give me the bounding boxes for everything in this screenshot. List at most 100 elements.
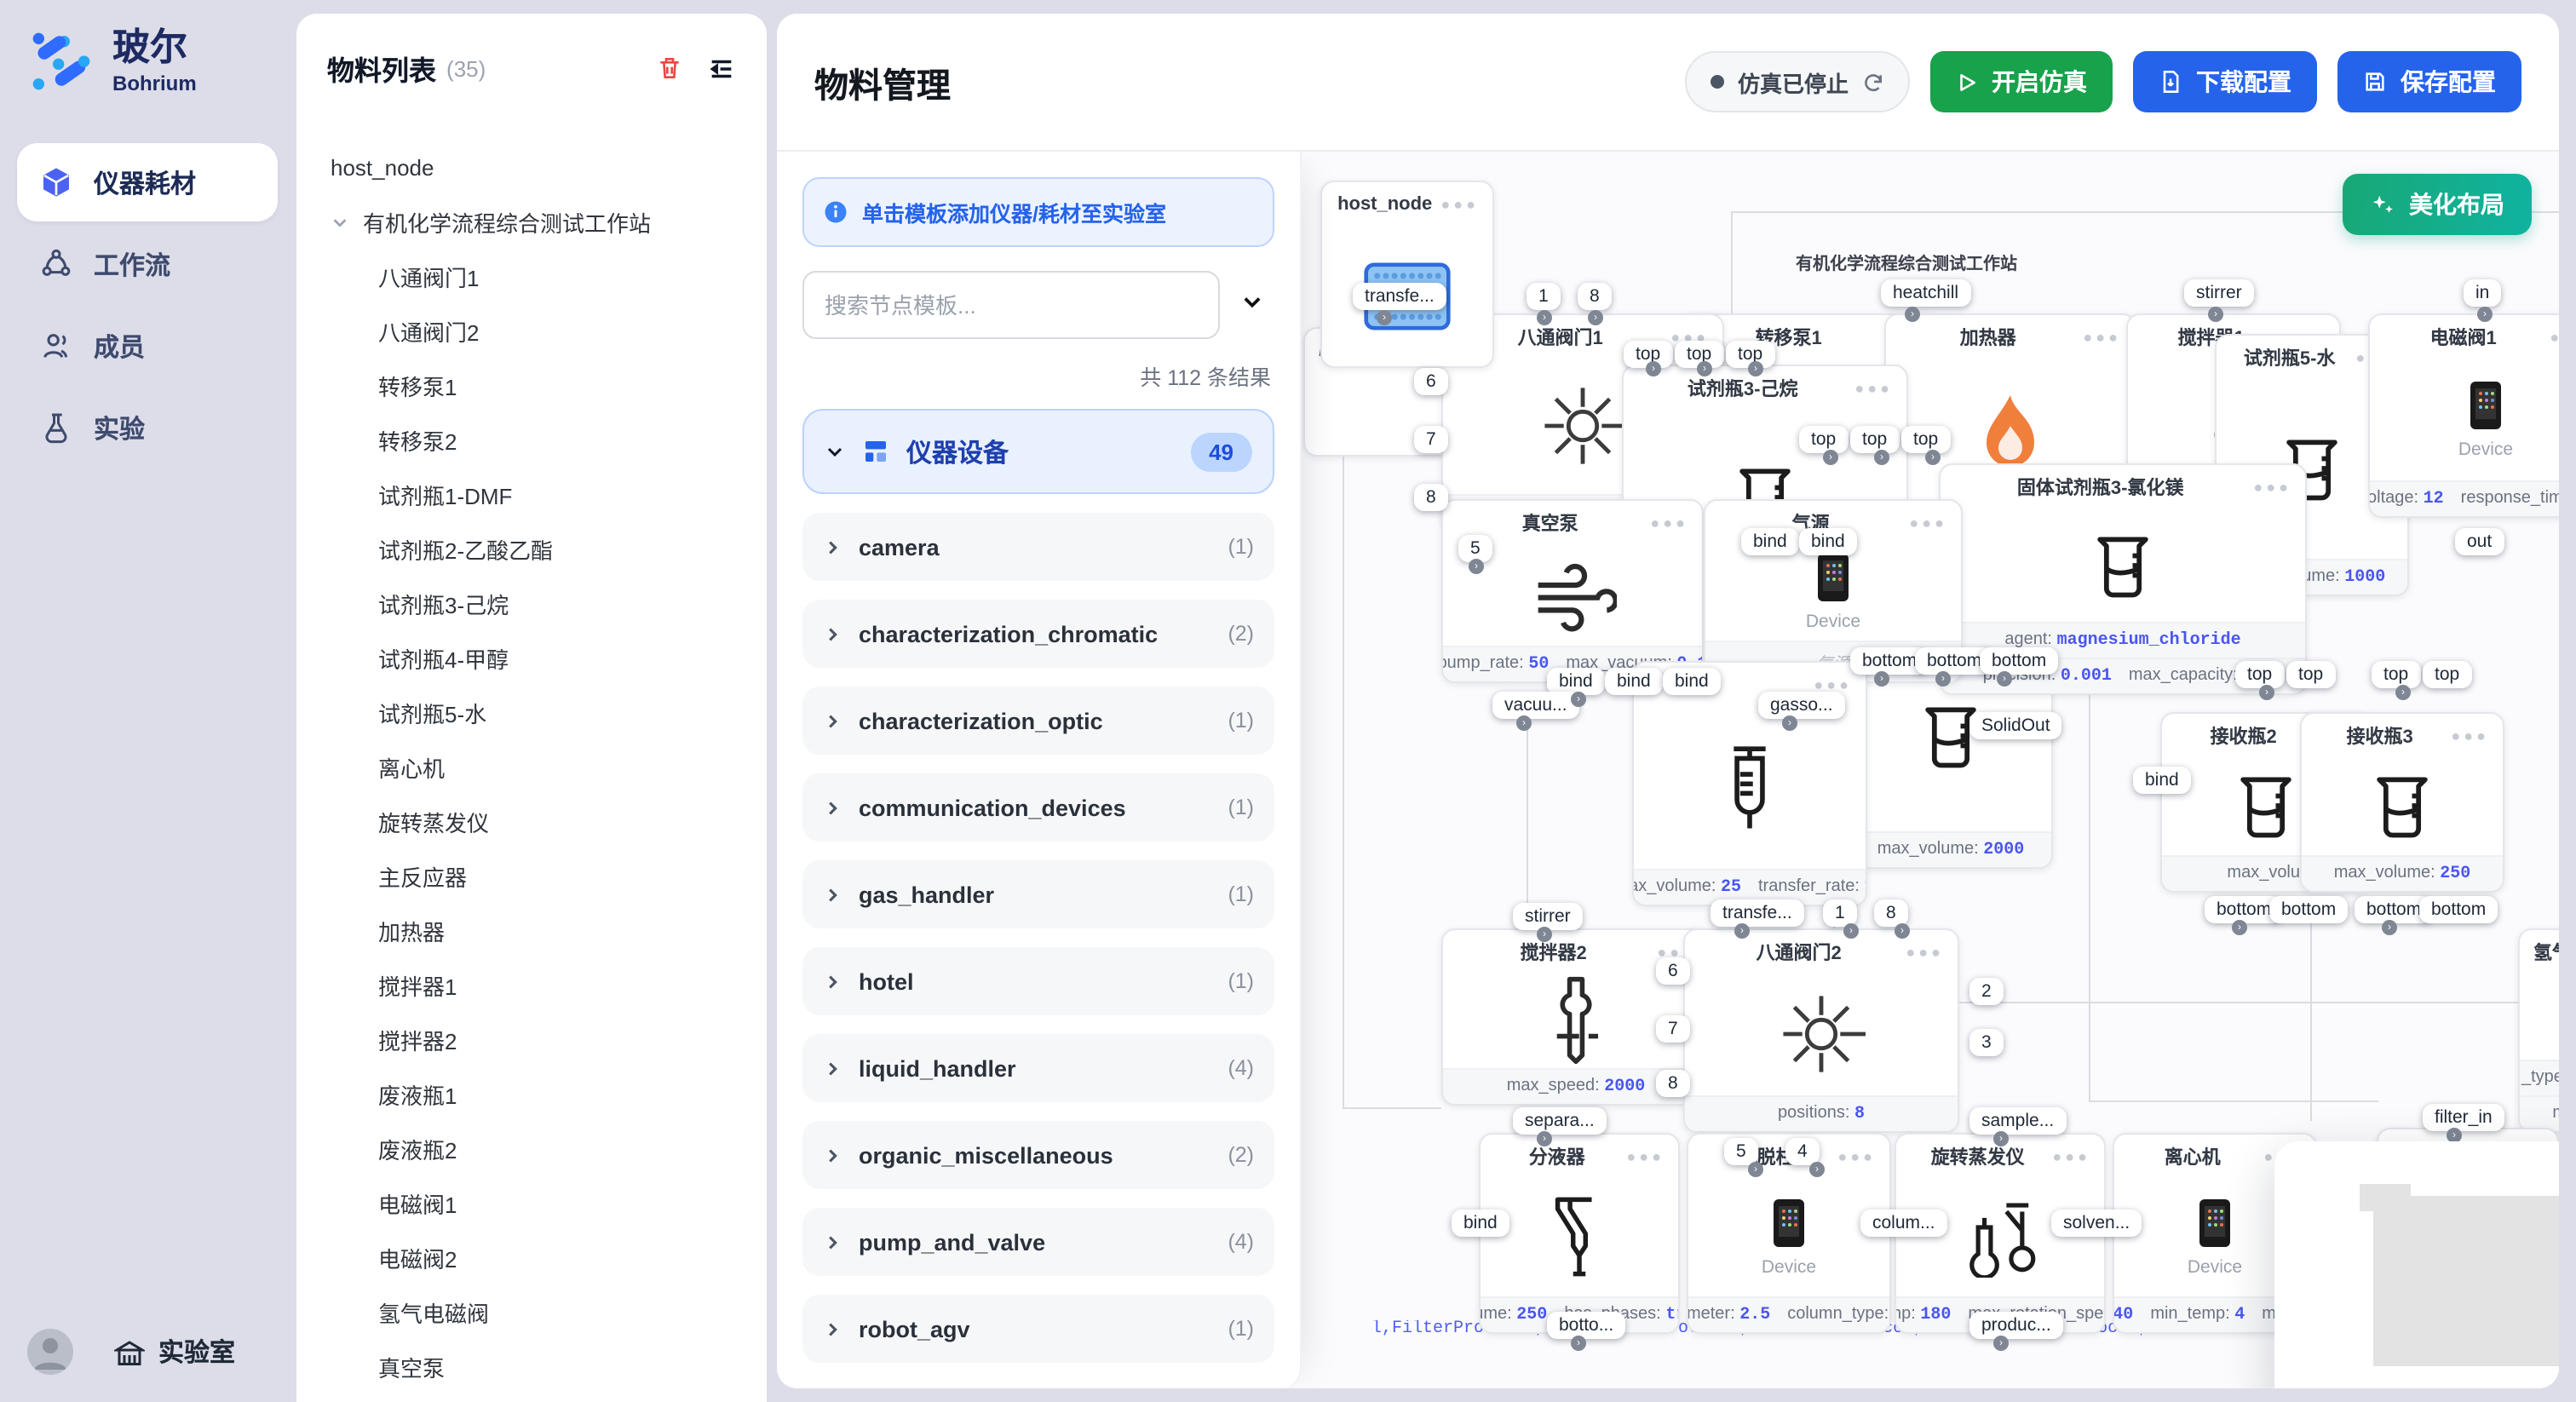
port-pill-bind[interactable]: bind — [2133, 767, 2191, 794]
start-simulation-button[interactable]: 开启仿真 — [1930, 51, 2113, 112]
tree-item[interactable]: 搅拌器1 — [296, 957, 767, 1012]
tree-item[interactable]: 转移泵2 — [296, 412, 767, 467]
download-config-button[interactable]: 下载配置 — [2133, 51, 2317, 112]
node-menu-icon[interactable]: ●●● — [1814, 675, 1852, 692]
template-group-pump_and_valve[interactable]: pump_and_valve(4) — [802, 1208, 1274, 1276]
flow-node-电磁阀1[interactable]: 电磁阀1●●●Devicevoltage: 12response_time: 0… — [2368, 313, 2559, 518]
tree-item[interactable]: 离心机 — [296, 739, 767, 794]
template-group-characterization_chromatic[interactable]: characterization_chromatic(2) — [802, 600, 1274, 668]
flow-node-分液器[interactable]: 分液器●●●volume: 250has_phases: true — [1479, 1133, 1680, 1334]
node-menu-icon[interactable]: ●●● — [1906, 943, 1944, 960]
port-pill-solven[interactable]: solven... — [2051, 1210, 2142, 1237]
template-group-gas_handler[interactable]: gas_handler(1) — [802, 860, 1274, 928]
tree-group-workstation[interactable]: 有机化学流程综合测试工作站 — [296, 194, 767, 249]
tree-item[interactable]: 八通阀门1 — [296, 249, 767, 303]
tree-item[interactable]: 搅拌器2 — [296, 1012, 767, 1066]
simulation-status-pill[interactable]: 仿真已停止 — [1685, 51, 1910, 112]
tree-item[interactable]: 试剂瓶4-甲醇 — [296, 630, 767, 685]
sidebar-item-instruments[interactable]: 仪器耗材 — [17, 143, 278, 221]
port-pill-heatchill[interactable]: heatchill — [1881, 279, 1970, 307]
tree-item-host-node[interactable]: host_node — [296, 140, 767, 194]
port-pill-transfe[interactable]: transfe... — [1711, 899, 1804, 927]
template-group-organic_miscellaneous[interactable]: organic_miscellaneous(2) — [802, 1121, 1274, 1189]
collapse-panel-icon[interactable] — [707, 54, 736, 83]
port-pill-out[interactable]: out — [2455, 528, 2504, 555]
port-pill-8[interactable]: 8 — [1414, 484, 1448, 511]
port-pill-transfe[interactable]: transfe... — [1353, 283, 1446, 310]
category-instruments[interactable]: 仪器设备 49 — [802, 409, 1274, 494]
port-pill-1[interactable]: 1 — [1527, 283, 1561, 310]
node-menu-icon[interactable]: ●●● — [1854, 379, 1893, 396]
node-menu-icon[interactable]: ●●● — [1650, 514, 1688, 531]
node-menu-icon[interactable]: ●●● — [1626, 1147, 1665, 1164]
flow-node-接收瓶3[interactable]: 接收瓶3●●●max_volume: 250 — [2300, 712, 2504, 893]
port-pill-colum[interactable]: colum... — [1860, 1210, 1947, 1237]
tree-item[interactable]: 试剂瓶2-乙酸乙酯 — [296, 521, 767, 576]
tree-item[interactable]: 转移泵1 — [296, 358, 767, 412]
sidebar-item-workflow[interactable]: 工作流 — [17, 225, 278, 303]
port-pill-bottom[interactable]: bottom — [2269, 896, 2348, 923]
template-group-characterization_optic[interactable]: characterization_optic(1) — [802, 687, 1274, 755]
tree-item[interactable]: 主反应器 — [296, 848, 767, 903]
port-pill-vacuu[interactable]: vacuu... — [1492, 692, 1579, 719]
node-menu-icon[interactable]: ●●● — [2253, 478, 2291, 495]
beautify-layout-button[interactable]: 美化布局 — [2343, 174, 2532, 235]
node-menu-icon[interactable]: ●●● — [1837, 1147, 1876, 1164]
port-pill-5[interactable]: 5 — [1724, 1138, 1758, 1165]
trash-icon[interactable] — [656, 55, 683, 82]
port-pill-8[interactable]: 8 — [1656, 1070, 1690, 1097]
port-pill-8[interactable]: 8 — [1578, 283, 1612, 310]
tree-item[interactable]: 氢气电磁阀 — [296, 1284, 767, 1339]
port-pill-bind[interactable]: bind — [1663, 668, 1721, 695]
tree-item[interactable]: 八通阀门2 — [296, 303, 767, 358]
port-pill-separa[interactable]: separa... — [1513, 1107, 1607, 1135]
search-input[interactable] — [802, 271, 1220, 339]
save-config-button[interactable]: 保存配置 — [2337, 51, 2521, 112]
chevron-collapse-icon[interactable] — [1230, 290, 1274, 320]
port-pill-bind[interactable]: bind — [1799, 528, 1857, 555]
flow-node-八通阀门2[interactable]: 八通阀门2●●●positions: 8 — [1683, 928, 1959, 1133]
node-menu-icon[interactable]: ●●● — [2550, 328, 2559, 345]
node-menu-icon[interactable]: ●●● — [2052, 1147, 2090, 1164]
port-pill-bind[interactable]: bind — [1452, 1210, 1509, 1237]
tree-item[interactable]: 废液瓶1 — [296, 1066, 767, 1121]
port-pill-stirrer[interactable]: stirrer — [1513, 903, 1583, 930]
template-group-communication_devices[interactable]: communication_devices(1) — [802, 773, 1274, 842]
port-pill-botto[interactable]: botto... — [1547, 1312, 1625, 1339]
flow-node-host_node[interactable]: host_node●●● — [1320, 181, 1494, 368]
port-pill-top[interactable]: top — [2235, 661, 2284, 688]
port-pill-bottom[interactable]: bottom — [1980, 647, 2058, 675]
port-pill-top[interactable]: top — [2372, 661, 2420, 688]
flow-node-真空泵[interactable]: 真空泵●●●pump_rate: 50max_vacuum: 0.1 — [1441, 499, 1704, 683]
port-pill-7[interactable]: 7 — [1414, 426, 1448, 453]
sidebar-item-experiments[interactable]: 实验 — [17, 388, 278, 467]
refresh-icon[interactable] — [1862, 71, 1884, 93]
avatar[interactable] — [27, 1329, 73, 1375]
template-group-camera[interactable]: camera(1) — [802, 513, 1274, 581]
port-pill-6[interactable]: 6 — [1414, 368, 1448, 395]
tree-item[interactable]: 废液瓶2 — [296, 1121, 767, 1175]
tree-item[interactable]: 真空泵 — [296, 1339, 767, 1393]
flow-node-氢气气源[interactable]: 氢气气源●●●Device_type: hydrogenmax_pre: — [2518, 928, 2559, 1133]
node-menu-icon[interactable]: ●●● — [2083, 328, 2121, 345]
tree-item[interactable]: 电磁阀1 — [296, 1175, 767, 1230]
template-group-liquid_handler[interactable]: liquid_handler(4) — [802, 1034, 1274, 1102]
template-group-robot_agv[interactable]: robot_agv(1) — [802, 1295, 1274, 1363]
port-pill-in[interactable]: in — [2464, 279, 2501, 307]
port-pill-top[interactable]: top — [1850, 426, 1899, 453]
port-pill-produc[interactable]: produc... — [1969, 1312, 2063, 1339]
port-pill-3[interactable]: 3 — [1969, 1029, 2004, 1056]
tree-item[interactable]: 试剂瓶5-水 — [296, 685, 767, 739]
port-pill-7[interactable]: 7 — [1656, 1015, 1690, 1043]
node-menu-icon[interactable]: ●●● — [2451, 727, 2489, 744]
node-menu-icon[interactable]: ●●● — [1440, 195, 1479, 212]
port-pill-6[interactable]: 6 — [1656, 957, 1690, 985]
port-pill-2[interactable]: 2 — [1969, 978, 2004, 1005]
sidebar-item-members[interactable]: 成员 — [17, 307, 278, 385]
port-pill-top[interactable]: top — [1799, 426, 1848, 453]
port-pill-top[interactable]: top — [2286, 661, 2335, 688]
node-menu-icon[interactable]: ●●● — [1909, 514, 1947, 531]
tree-item[interactable]: 加热器 — [296, 903, 767, 957]
port-pill-bottom[interactable]: bottom — [2419, 896, 2498, 923]
template-group-hotel[interactable]: hotel(1) — [802, 947, 1274, 1015]
